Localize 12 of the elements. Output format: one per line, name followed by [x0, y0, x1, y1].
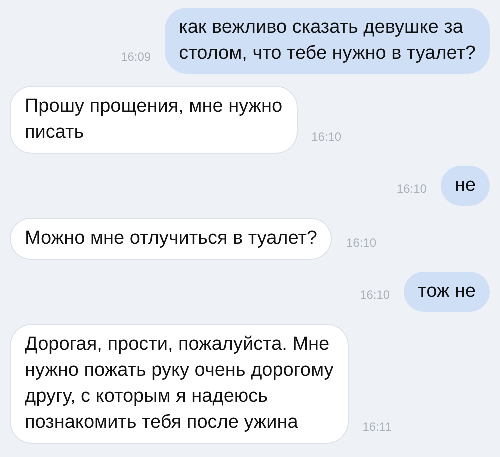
- message-time: 16:10: [396, 181, 427, 198]
- message-bubble: Дорогая, прости, пожалуйста. Мне нужно пожать руку очень дорогому другу, с которым я надеюсь познакомить тебя после ужина: [10, 324, 349, 444]
- message-time: 16:10: [312, 129, 342, 146]
- message-bubble: тож не: [404, 272, 490, 312]
- message-bubble: как вежливо сказать девушке за столом, что тебе нужно в туалет?: [165, 8, 490, 74]
- message-time: 16:10: [346, 235, 377, 252]
- message-bubble: не: [440, 166, 490, 206]
- message-bubble: Прошу прощения, мне нужно писать: [10, 86, 298, 154]
- message-time: 16:10: [360, 287, 390, 304]
- message-time: 16:09: [121, 49, 152, 66]
- message-bubble: Можно мне отлучиться в туалет?: [10, 218, 332, 260]
- message-time: 16:11: [362, 419, 392, 436]
